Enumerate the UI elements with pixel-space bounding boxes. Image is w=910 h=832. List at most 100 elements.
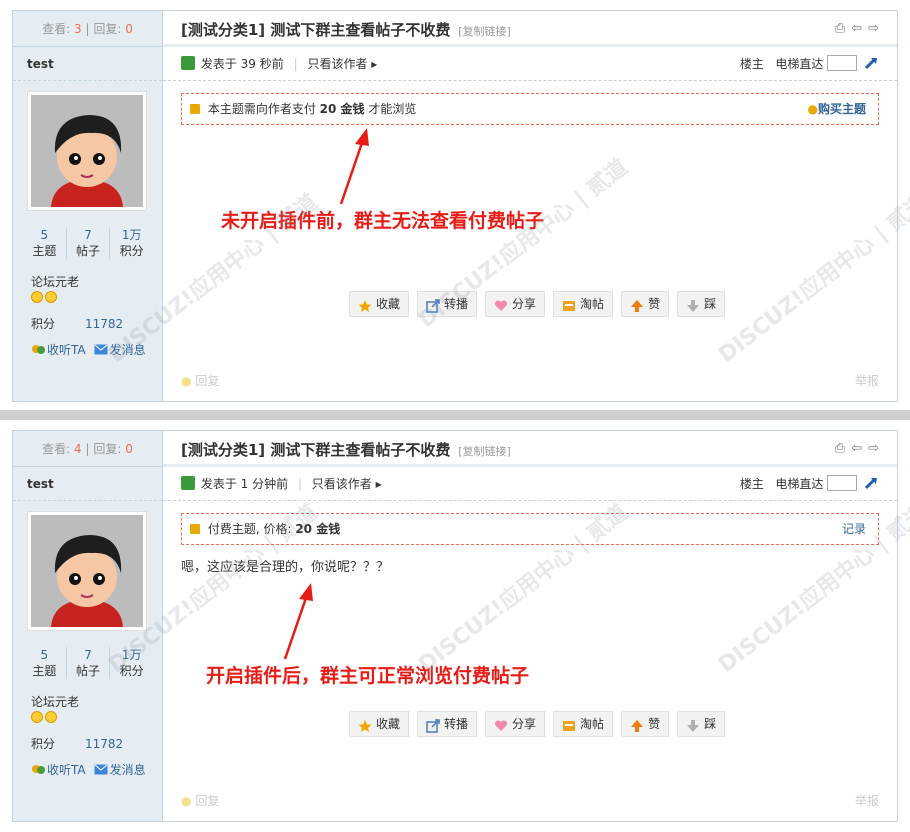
annotation-arrow-icon [339, 128, 369, 205]
count-posts[interactable]: 7 帖子 [67, 227, 111, 259]
report-link[interactable]: 举报 [855, 372, 879, 389]
follow-icon [31, 344, 45, 355]
message-link[interactable]: 发消息 [94, 761, 146, 778]
star-icon [358, 297, 372, 312]
smiley-icon [31, 291, 43, 303]
share-forward-button[interactable]: 转播 [417, 711, 478, 737]
floor-label: 楼主 [739, 57, 764, 71]
collect-button[interactable]: 淘帖 [553, 291, 614, 317]
arrow-down-icon [686, 297, 700, 312]
elevator-label: 电梯直达 [775, 57, 824, 71]
collect-button[interactable]: 淘帖 [553, 711, 614, 737]
copy-link[interactable]: [复制链接] [458, 25, 511, 38]
arrow-up-icon [630, 297, 644, 312]
post-actions: 收藏 转播 分享 淘帖 赞 踩 [349, 291, 726, 317]
floor-label: 楼主 [739, 477, 764, 491]
floor-input[interactable] [827, 475, 858, 491]
thread-title: [测试分类1] 测试下群主查看帖子不收费 [181, 441, 451, 459]
count-topics[interactable]: 5 主题 [23, 227, 67, 259]
prev-thread-icon[interactable]: ⇦ [851, 21, 862, 36]
dislike-button[interactable]: 踩 [677, 291, 726, 317]
author-name[interactable]: test [13, 47, 162, 81]
next-thread-icon[interactable]: ⇨ [868, 441, 879, 456]
box-icon [562, 297, 576, 311]
view-count: 3 [74, 22, 82, 36]
reply-count: 0 [125, 22, 133, 36]
go-floor-icon[interactable] [863, 50, 879, 70]
avatar[interactable] [27, 511, 147, 631]
smiley-icon [45, 711, 57, 723]
print-icon[interactable]: ⎙ [835, 441, 845, 456]
comment-icon: ● [181, 374, 192, 388]
user-rank[interactable]: 论坛元老 [31, 693, 79, 710]
elevator-label: 电梯直达 [775, 477, 824, 491]
post-panel-after: 查看: 4 | 回复: 0 test 5 主题 7 帖子 1万 积分 论坛元老 … [12, 430, 910, 822]
avatar-cartoon-icon [31, 515, 143, 627]
post-footer: ● 回复 举报 [181, 792, 879, 809]
next-thread-icon[interactable]: ⇨ [868, 21, 879, 36]
paid-notice: 付费主题, 价格: 20 金钱 记录 [181, 513, 879, 545]
reply-link[interactable]: ● 回复 [181, 794, 219, 808]
view-count: 4 [74, 442, 82, 456]
count-credits[interactable]: 1万 积分 [110, 227, 153, 259]
heart-icon [494, 717, 508, 731]
thread-stats: 查看: 3 | 回复: 0 [13, 11, 162, 47]
copy-link[interactable]: [复制链接] [458, 445, 511, 458]
like-button[interactable]: 赞 [621, 291, 670, 317]
smiley-icon [31, 711, 43, 723]
post-main: [测试分类1] 测试下群主查看帖子不收费 [复制链接] ⎙ ⇦ ⇨ 发表于 1 … [163, 431, 897, 821]
post-content: 嗯，这应该是合理的，你说呢？？？ [181, 560, 390, 575]
buy-topic-link[interactable]: ●购买主题 [808, 94, 867, 124]
purchase-record-link[interactable]: 记录 [842, 514, 866, 544]
only-author-link[interactable]: 只看该作者 ▸ [312, 477, 382, 491]
author-links: 收听TA 发消息 [31, 761, 146, 778]
thread-titlebar: [测试分类1] 测试下群主查看帖子不收费 [复制链接] ⎙ ⇦ ⇨ [163, 11, 897, 47]
comment-icon: ● [181, 794, 192, 808]
post-time: 发表于 1 分钟前 [200, 477, 289, 491]
reply-count: 0 [125, 442, 133, 456]
like-button[interactable]: 赞 [621, 711, 670, 737]
online-status-icon [181, 56, 195, 70]
lock-icon [190, 104, 200, 114]
follow-icon [31, 764, 45, 775]
count-posts[interactable]: 7 帖子 [67, 647, 111, 679]
print-icon[interactable]: ⎙ [835, 21, 845, 36]
envelope-icon [94, 344, 108, 355]
count-credits[interactable]: 1万 积分 [110, 647, 153, 679]
heart-icon [494, 297, 508, 311]
follow-link[interactable]: 收听TA [31, 761, 86, 778]
author-links: 收听TA 发消息 [31, 341, 146, 358]
rank-stars [31, 711, 57, 723]
share-button[interactable]: 分享 [485, 291, 546, 317]
author-sidebar: 查看: 4 | 回复: 0 test 5 主题 7 帖子 1万 积分 论坛元老 … [13, 431, 163, 821]
post-panel-before: 查看: 3 | 回复: 0 test 5 主题 7 帖子 1万 积分 论坛元老 … [12, 10, 910, 402]
arrow-down-icon [686, 717, 700, 732]
reply-link[interactable]: ● 回复 [181, 374, 219, 388]
favorite-button[interactable]: 收藏 [349, 711, 410, 737]
count-topics[interactable]: 5 主题 [23, 647, 67, 679]
thread-tools: ⎙ ⇦ ⇨ [835, 441, 879, 456]
report-link[interactable]: 举报 [855, 792, 879, 809]
panel-separator [0, 410, 910, 420]
dislike-button[interactable]: 踩 [677, 711, 726, 737]
follow-link[interactable]: 收听TA [31, 341, 86, 358]
only-author-link[interactable]: 只看该作者 ▸ [307, 57, 377, 71]
floor-nav: 楼主 电梯直达 [740, 47, 879, 81]
coins-icon: ● [807, 102, 818, 116]
avatar[interactable] [27, 91, 147, 211]
smiley-icon [45, 291, 57, 303]
favorite-button[interactable]: 收藏 [349, 291, 410, 317]
author-counts: 5 主题 7 帖子 1万 积分 [23, 647, 153, 679]
author-name[interactable]: test [13, 467, 162, 501]
prev-thread-icon[interactable]: ⇦ [851, 441, 862, 456]
share-button[interactable]: 分享 [485, 711, 546, 737]
user-rank[interactable]: 论坛元老 [31, 273, 79, 290]
post-meta: 发表于 39 秒前 | 只看该作者 ▸ 楼主 电梯直达 [163, 47, 897, 81]
floor-input[interactable] [827, 55, 858, 71]
message-link[interactable]: 发消息 [94, 341, 146, 358]
share-forward-button[interactable]: 转播 [417, 291, 478, 317]
annotation-after: 开启插件后，群主可正常浏览付费帖子 [206, 665, 530, 687]
author-sidebar: 查看: 3 | 回复: 0 test 5 主题 7 帖子 1万 积分 论坛元老 … [13, 11, 163, 401]
go-floor-icon[interactable] [863, 470, 879, 490]
envelope-icon [94, 764, 108, 775]
